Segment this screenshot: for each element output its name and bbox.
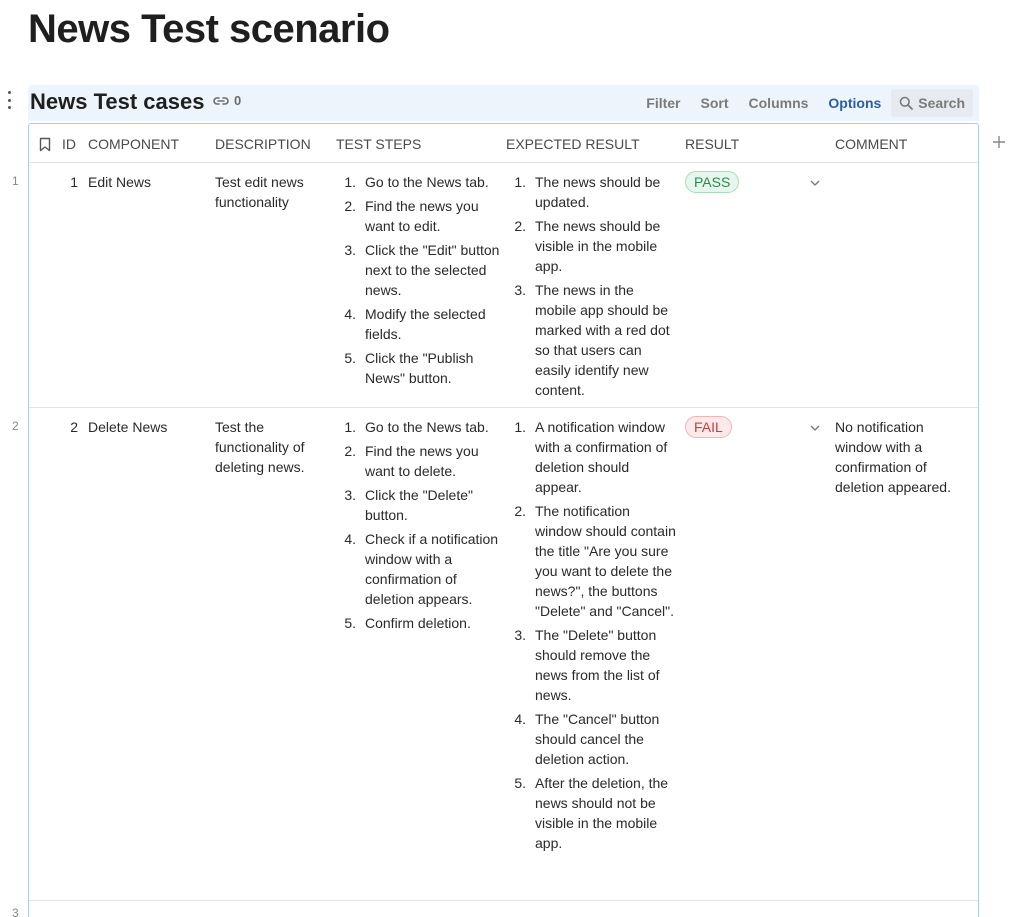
search-button[interactable]: Search [891, 89, 973, 117]
drag-handle-icon[interactable] [6, 91, 12, 109]
page-title: News Test scenario [28, 7, 390, 51]
list-item: 1. Go to the News tab. [344, 419, 489, 435]
status-badge: FAIL [685, 416, 732, 438]
cell-id: 1 [70, 174, 78, 190]
list-item: 2. Find the news you want to edit. [344, 198, 479, 234]
options-button[interactable]: Options [818, 89, 891, 117]
list-item: 4. Check if a notification window with a … [344, 531, 499, 607]
list-item: 2. The news should be visible in the mobi… [514, 218, 661, 274]
column-header-id[interactable]: ID [62, 136, 76, 152]
table-row[interactable]: 1 Edit News Test edit news functionality… [29, 163, 978, 408]
search-label: Search [918, 95, 965, 111]
list-item: 3. Click the "Delete" button. [344, 487, 473, 523]
chevron-down-icon[interactable] [810, 180, 820, 186]
database-title[interactable]: News Test cases [30, 88, 204, 116]
list-item: 2. Find the news you want to delete. [344, 443, 479, 479]
cell-comment[interactable]: No notification window with a confirmati… [835, 417, 965, 497]
filter-button[interactable]: Filter [636, 89, 690, 117]
list-item: 3. Click the "Edit" button next to the se… [344, 242, 500, 298]
column-header-test-steps[interactable]: TEST STEPS [336, 136, 421, 152]
cell-expected-result[interactable]: 1. A notification window with a confirmat… [506, 417, 678, 857]
list-item: 5. Click the "Publish News" button. [344, 350, 474, 386]
list-item: 4. Modify the selected fields. [344, 306, 486, 342]
cell-id: 2 [70, 419, 78, 435]
database-toolbar: Filter Sort Columns Options Search [636, 89, 973, 117]
cell-component[interactable]: Delete News [88, 417, 208, 437]
cell-test-steps[interactable]: 1. Go to the News tab. 2. Find the news yo… [336, 172, 500, 392]
bookmark-icon[interactable] [39, 137, 51, 152]
column-header-comment[interactable]: COMMENT [835, 136, 907, 152]
list-item: 5. After the deletion, the news should no… [514, 775, 669, 851]
table-header: ID COMPONENT DESCRIPTION TEST STEPS EXPE… [29, 124, 978, 163]
linked-count-value: 0 [234, 93, 242, 108]
list-item: 4. The "Cancel" button should cancel the … [514, 711, 660, 767]
list-item: 1. A notification window with a confirmat… [514, 419, 668, 495]
database-header: News Test cases 0 Filter Sort Columns Op… [28, 85, 979, 121]
row-number: 3 [12, 906, 19, 917]
list-item: 5. Confirm deletion. [344, 615, 471, 631]
add-column-icon[interactable] [992, 135, 1006, 149]
status-badge: PASS [685, 171, 740, 193]
column-header-description[interactable]: DESCRIPTION [215, 136, 311, 152]
column-header-component[interactable]: COMPONENT [88, 136, 179, 152]
cell-description[interactable]: Test edit news functionality [215, 172, 327, 212]
cell-component[interactable]: Edit News [88, 172, 208, 192]
list-item: 1. The news should be updated. [514, 174, 661, 210]
cell-result[interactable]: PASS [685, 171, 740, 193]
column-header-result[interactable]: RESULT [685, 136, 739, 152]
sort-button[interactable]: Sort [691, 89, 739, 117]
chevron-down-icon[interactable] [810, 425, 820, 431]
cell-result[interactable]: FAIL [685, 416, 732, 438]
table-row[interactable]: 2 Delete News Test the functionality of … [29, 408, 978, 901]
list-item: 3. The "Delete" button should remove the … [514, 627, 660, 703]
columns-button[interactable]: Columns [739, 89, 819, 117]
list-item: 3. The news in the mobile app should be m… [514, 282, 670, 398]
search-icon [899, 96, 914, 110]
row-number: 1 [12, 174, 19, 188]
list-item: 2. The notification window should contain… [514, 503, 676, 619]
cell-expected-result[interactable]: 1. The news should be updated. 2. The news… [506, 172, 678, 404]
linked-count[interactable]: 0 [212, 93, 241, 108]
cell-description[interactable]: Test the functionality of deleting news. [215, 417, 319, 477]
row-number: 2 [12, 419, 19, 433]
column-header-expected-result[interactable]: EXPECTED RESULT [506, 136, 640, 152]
list-item: 1. Go to the News tab. [344, 174, 489, 190]
test-cases-table: ID COMPONENT DESCRIPTION TEST STEPS EXPE… [28, 123, 979, 917]
cell-test-steps[interactable]: 1. Go to the News tab. 2. Find the news yo… [336, 417, 500, 637]
link-icon [213, 96, 229, 105]
